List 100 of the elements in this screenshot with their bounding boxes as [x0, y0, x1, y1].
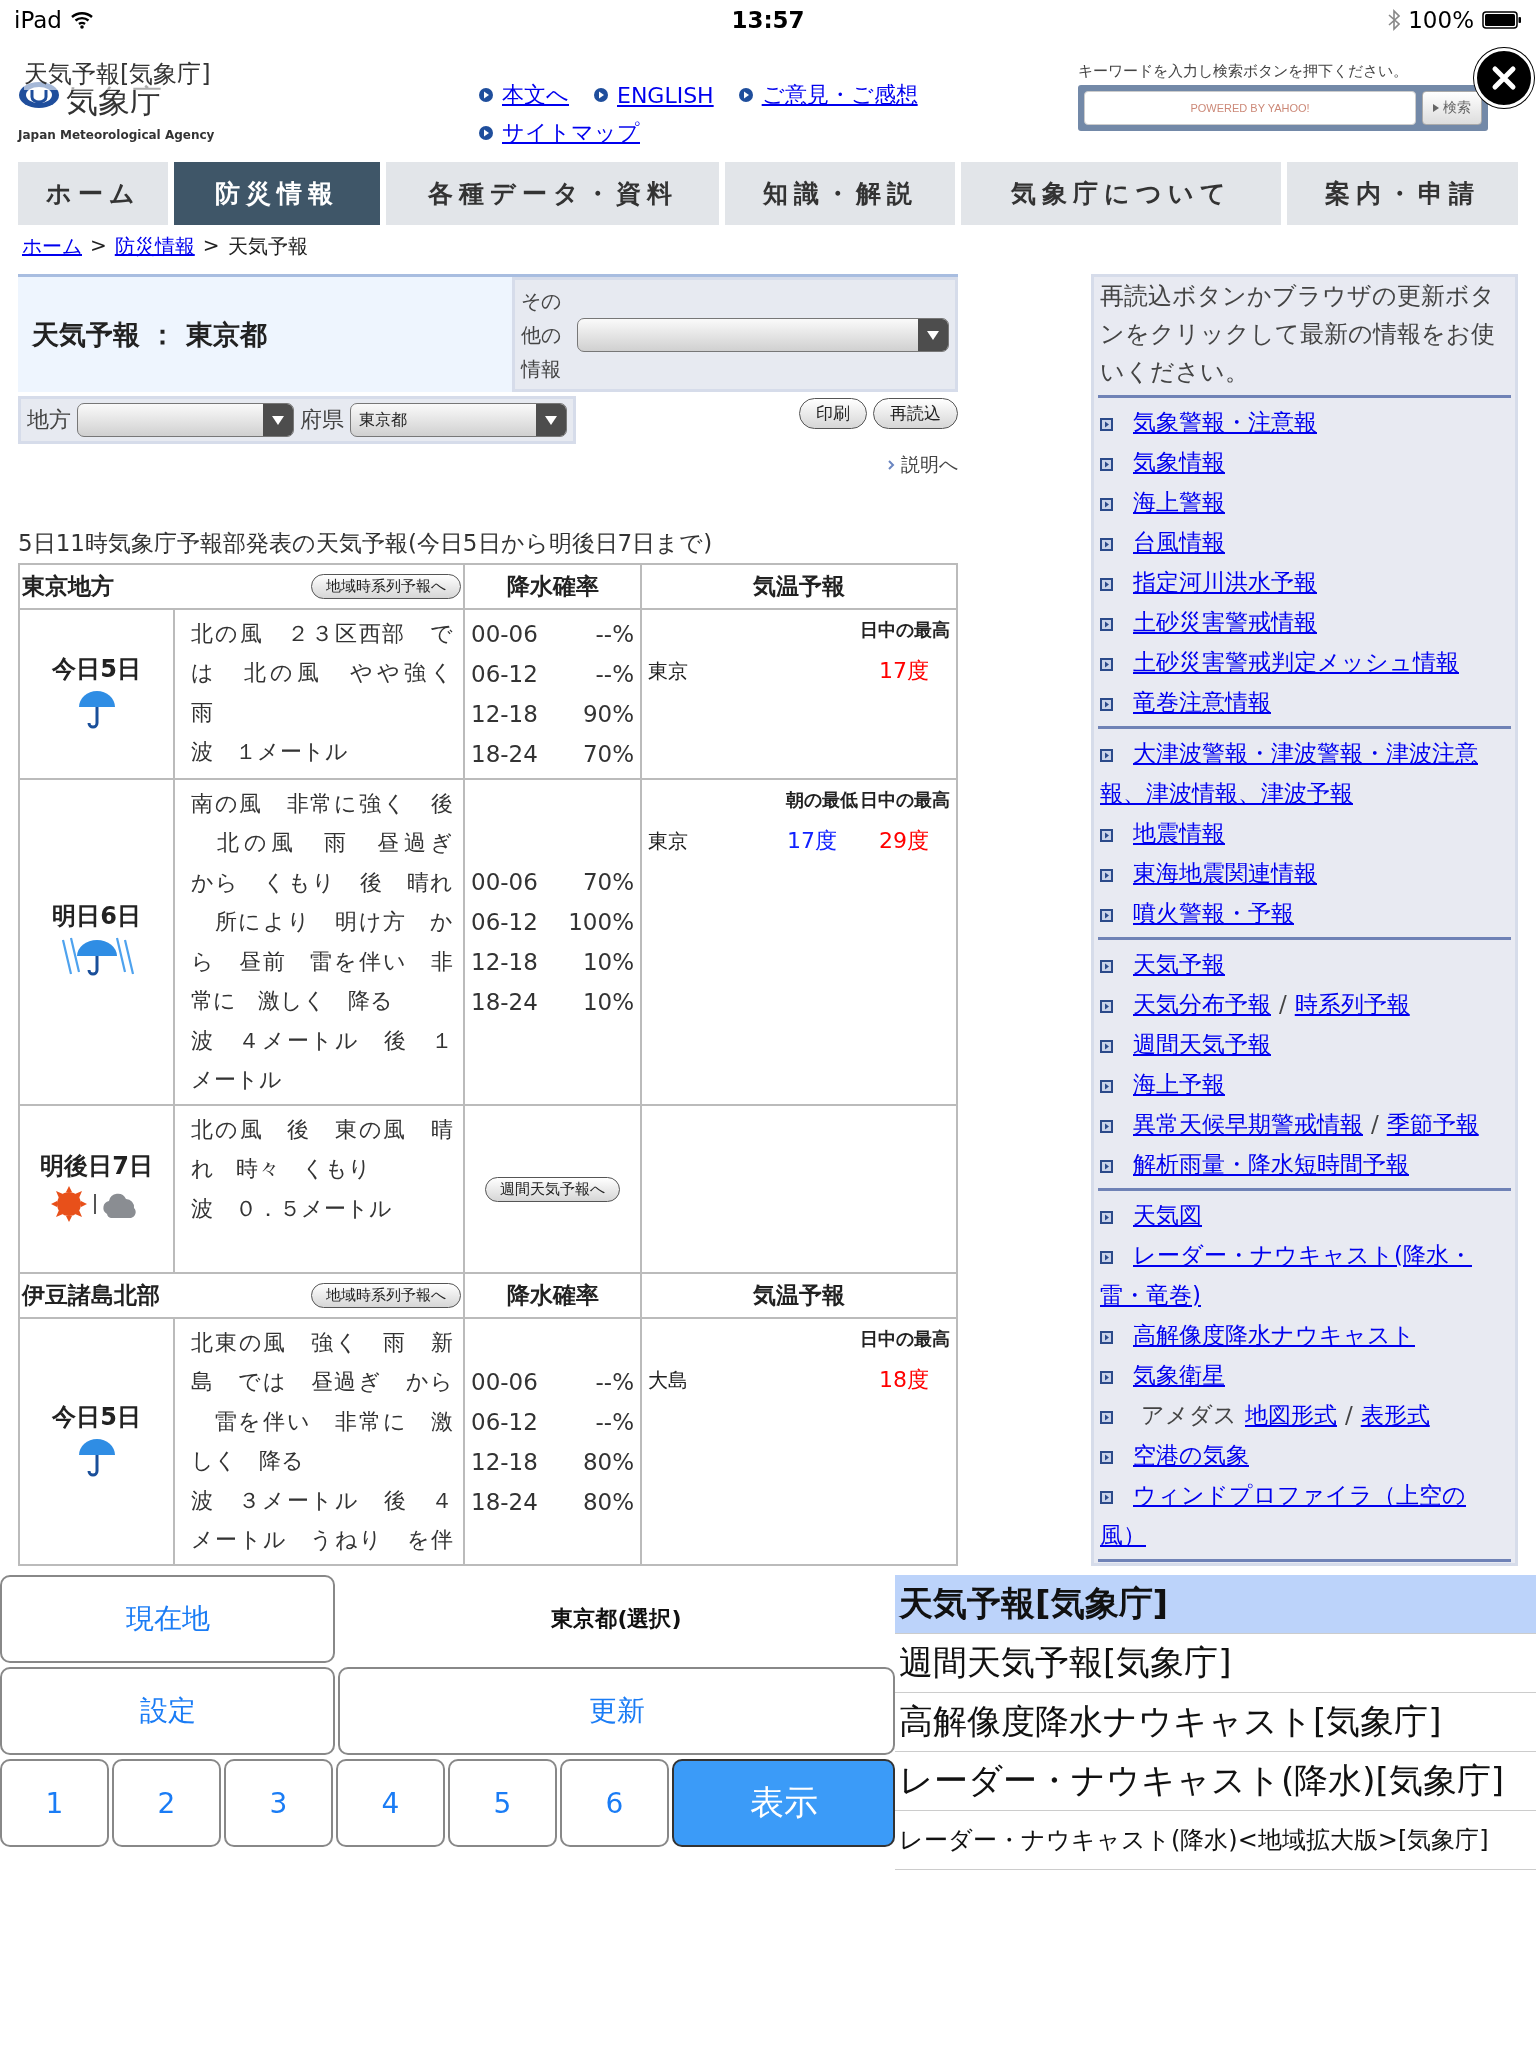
action-button[interactable]: 再読込	[873, 398, 958, 429]
place-name: 東京	[648, 657, 689, 685]
sidebar-link[interactable]: 竜巻注意情報	[1100, 682, 1509, 722]
sidebar-link[interactable]: 季節予報	[1386, 1111, 1479, 1137]
sidebar-link[interactable]: 天気図	[1100, 1195, 1509, 1235]
header-link[interactable]: 本文へ	[502, 80, 569, 110]
region-series-button[interactable]: 地域時系列予報へ	[311, 1283, 461, 1308]
refresh-button[interactable]: 更新	[338, 1667, 895, 1755]
nav-tab[interactable]: ホーム	[18, 162, 168, 225]
sidebar-link[interactable]: 異常天候早期警戒情報	[1133, 1111, 1363, 1137]
sidebar-link[interactable]: 時系列予報	[1294, 991, 1410, 1017]
device-name: iPad	[14, 7, 62, 33]
bullet-icon	[1100, 1080, 1113, 1093]
header-link[interactable]: ENGLISH	[617, 82, 714, 108]
nav-tab[interactable]: 気象庁について	[961, 162, 1281, 225]
sidebar-link[interactable]: 大津波警報・津波警報・津波注意報、津波情報、津波予報	[1100, 733, 1509, 813]
nav-tab[interactable]: 案内・申請	[1287, 162, 1518, 225]
number-button[interactable]: 6	[560, 1759, 669, 1847]
sidebar-link[interactable]: 天気予報	[1100, 944, 1509, 984]
sidebar-link[interactable]: 気象警報・注意報	[1100, 402, 1509, 442]
page-list-item[interactable]: レーダー・ナウキャスト(降水)<地域拡大版>[気象庁]	[895, 1811, 1536, 1870]
sidebar-link[interactable]: レーダー・ナウキャスト(降水・雷・竜巻)	[1100, 1235, 1509, 1315]
header-link[interactable]: ご意見・ご感想	[761, 80, 918, 110]
nav-tab[interactable]: 各種データ・資料	[386, 162, 719, 225]
sidebar-link[interactable]: 解析雨量・降水短時間予報	[1100, 1144, 1509, 1184]
sidebar-link[interactable]: 東海地震関連情報	[1100, 853, 1509, 893]
page-list-item[interactable]: 週間天気予報[気象庁]	[895, 1634, 1536, 1693]
weekly-forecast-button[interactable]: 週間天気予報へ	[485, 1176, 620, 1202]
bullet-icon	[1100, 658, 1113, 671]
sidebar-link[interactable]: 海上警報	[1100, 482, 1509, 522]
rain-chance: 90%	[582, 700, 634, 729]
column-header: 降水確率	[464, 1273, 641, 1318]
nav-tab[interactable]: 知識・解説	[725, 162, 955, 225]
bullet-icon	[1100, 1211, 1113, 1224]
action-button[interactable]: 印刷	[799, 398, 867, 429]
time-range: 00-06	[471, 1367, 538, 1397]
sidebar-link[interactable]: 地震情報	[1100, 813, 1509, 853]
header-link[interactable]: サイトマップ	[502, 118, 640, 148]
dropdown-select[interactable]	[77, 403, 294, 437]
forecast-title: 天気予報 ： 東京都	[32, 317, 267, 352]
temperature-value: 18度	[878, 1366, 930, 1394]
search-field[interactable]: POWERED BY YAHOO!	[1084, 91, 1417, 125]
forecast-text: 波 ３メートル 後 ４	[191, 1486, 453, 1515]
sidebar-link[interactable]: ウィンドプロファイラ（上空の風）	[1100, 1475, 1509, 1555]
dropdown-select[interactable]: 東京都	[350, 403, 567, 437]
forecast-text: メートル うねり を伴	[191, 1526, 453, 1555]
forecast-text: 波 ０．５メートル	[191, 1194, 392, 1223]
sidebar-link[interactable]: 土砂災害警戒判定メッシュ情報	[1100, 642, 1509, 682]
number-button[interactable]: 5	[448, 1759, 557, 1847]
day-label: 今日5日	[51, 654, 142, 685]
sidebar-link[interactable]: 高解像度降水ナウキャスト	[1100, 1315, 1509, 1355]
selector-label: 地方	[27, 406, 71, 434]
rain-chance: --%	[595, 1367, 634, 1397]
bullet-icon	[478, 125, 494, 141]
bullet-icon	[1100, 960, 1113, 973]
sidebar-link[interactable]: 気象情報	[1100, 442, 1509, 482]
page-list-item[interactable]: レーダー・ナウキャスト(降水)[気象庁]	[895, 1752, 1536, 1811]
forecast-text: 常に 激しく 降る	[191, 987, 393, 1016]
page-list-item[interactable]: 天気予報[気象庁]	[895, 1575, 1536, 1634]
sidebar-link[interactable]: 気象衛星	[1100, 1355, 1509, 1395]
location-button[interactable]: 現在地	[0, 1575, 335, 1663]
bullet-icon	[1100, 1371, 1113, 1384]
search-button[interactable]: 検索	[1422, 91, 1482, 125]
time-range: 12-18	[471, 700, 538, 729]
settings-button[interactable]: 設定	[0, 1667, 335, 1755]
rain-chance: 10%	[582, 988, 634, 1017]
time-range: 06-12	[471, 1407, 538, 1437]
sidebar-link[interactable]: 週間天気予報	[1100, 1024, 1509, 1064]
sidebar-link[interactable]: 土砂災害警戒情報	[1100, 602, 1509, 642]
sidebar-link[interactable]: 天気分布予報	[1133, 991, 1271, 1017]
sidebar-label: /	[1371, 1111, 1379, 1137]
day-label: 今日5日	[51, 1401, 142, 1433]
forecast-heading: 5日11時気象庁予報部発表の天気予報(今日5日から明後日7日まで)	[18, 529, 714, 558]
sidebar-link[interactable]: 指定河川洪水予報	[1100, 562, 1509, 602]
region-series-button[interactable]: 地域時系列予報へ	[311, 574, 461, 599]
sidebar-link[interactable]: 空港の気象	[1100, 1435, 1509, 1475]
page-list-item[interactable]: 高解像度降水ナウキャスト[気象庁]	[895, 1693, 1536, 1752]
breadcrumb-link[interactable]: 防災情報	[114, 233, 195, 260]
number-button[interactable]: 2	[112, 1759, 221, 1847]
close-button[interactable]	[1474, 48, 1534, 108]
breadcrumb-text: >	[202, 233, 220, 259]
number-button[interactable]: 1	[0, 1759, 109, 1847]
bullet-icon	[1100, 1040, 1113, 1053]
logo-subtitle: Japan Meteorological Agency	[18, 128, 215, 142]
sidebar-link[interactable]: 噴火警報・予報	[1100, 893, 1509, 933]
other-info-select[interactable]	[577, 317, 949, 352]
sidebar-link[interactable]: 表形式	[1360, 1402, 1430, 1428]
sidebar-link[interactable]: 台風情報	[1100, 522, 1509, 562]
forecast-text: 所により 明け方 か	[213, 908, 453, 937]
temp-header: 日中の最高	[859, 618, 950, 642]
nav-tab[interactable]: 防災情報	[174, 162, 380, 225]
sidebar-link[interactable]: 地図形式	[1245, 1402, 1337, 1428]
bullet-icon	[593, 87, 609, 103]
dropdown-arrow-icon	[925, 328, 941, 341]
sidebar-link[interactable]: 海上予報	[1100, 1064, 1509, 1104]
help-link[interactable]: 説明へ	[901, 452, 958, 478]
breadcrumb-link[interactable]: ホーム	[22, 233, 82, 260]
number-button[interactable]: 4	[336, 1759, 445, 1847]
time-range: 12-18	[471, 1447, 538, 1477]
number-button[interactable]: 3	[224, 1759, 333, 1847]
